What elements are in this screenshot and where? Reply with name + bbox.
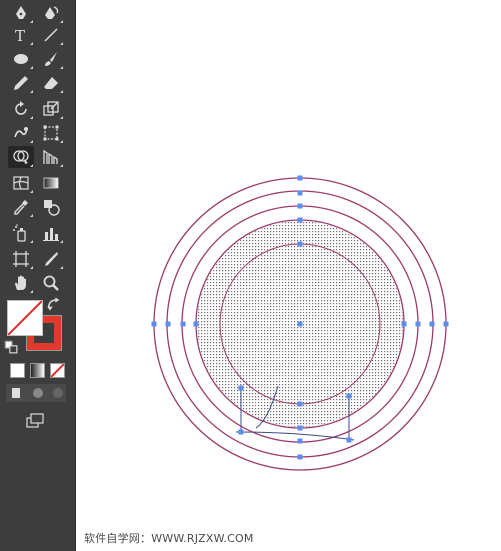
anchor-point[interactable] [401,321,407,327]
perspective-grid-tool-icon[interactable] [38,146,64,168]
color-mode-button[interactable] [10,363,25,378]
free-transform-tool-icon[interactable] [38,122,64,144]
pen-tool-icon[interactable] [8,2,34,24]
paintbrush-tool-icon[interactable] [38,48,64,70]
eraser-tool-icon[interactable] [38,72,64,94]
symbol-sprayer-tool-icon[interactable] [8,222,34,244]
tools-panel: T [0,0,76,551]
fill-color-swatch[interactable] [7,300,43,336]
mesh-tool-icon[interactable] [8,172,34,194]
anchor-point[interactable] [346,393,352,399]
anchor-point[interactable] [297,425,303,431]
anchor-point[interactable] [297,217,303,223]
anchor-point[interactable] [429,321,435,327]
hand-tool-icon[interactable] [8,272,34,294]
anchor-point[interactable] [180,321,186,327]
anchor-point[interactable] [297,401,303,407]
gradient-tool-icon[interactable] [38,172,64,194]
slice-tool-icon[interactable] [38,248,64,270]
anchor-point[interactable] [151,321,157,327]
none-mode-button[interactable] [50,363,65,378]
drawing-modes[interactable] [6,384,66,402]
gradient-mode-button[interactable] [30,363,45,378]
default-fill-stroke-icon[interactable] [4,340,18,354]
artboard-tool-icon[interactable] [8,248,34,270]
zoom-tool-icon[interactable] [38,272,64,294]
anchor-point[interactable] [297,438,303,444]
ellipse-tool-icon[interactable] [8,48,34,70]
anchor-point[interactable] [443,321,449,327]
blend-tool-icon[interactable] [38,196,64,218]
anchor-point[interactable] [297,454,303,460]
anchor-point[interactable] [238,429,244,435]
watermark-text: 软件自学网：WWW.RJZXW.COM [84,532,254,545]
type-tool-icon[interactable]: T [8,24,34,46]
anchor-point[interactable] [193,321,199,327]
warp-tool-icon[interactable] [8,122,34,144]
anchor-point[interactable] [297,241,303,247]
scale-tool-icon[interactable] [38,98,64,120]
anchor-point[interactable] [238,385,244,391]
shape-builder-tool-icon[interactable] [8,146,34,168]
curvature-pen-icon[interactable] [38,2,64,24]
eyedropper-tool-icon[interactable] [8,196,34,218]
anchor-point[interactable] [297,203,303,209]
anchor-point[interactable] [415,321,421,327]
swap-fill-stroke-icon[interactable] [46,296,62,312]
artwork[interactable] [76,0,501,551]
anchor-point[interactable] [165,321,171,327]
column-graph-tool-icon[interactable] [38,222,64,244]
anchor-point[interactable] [297,321,303,327]
rotate-tool-icon[interactable] [8,98,34,120]
svg-text:T: T [15,27,25,44]
line-segment-tool-icon[interactable] [38,24,64,46]
pencil-tool-icon[interactable] [8,72,34,94]
anchor-point[interactable] [297,175,303,181]
anchor-point[interactable] [297,190,303,196]
screen-mode-icon[interactable] [22,410,48,432]
artboard-canvas[interactable] [76,0,501,551]
anchor-point[interactable] [346,437,352,443]
